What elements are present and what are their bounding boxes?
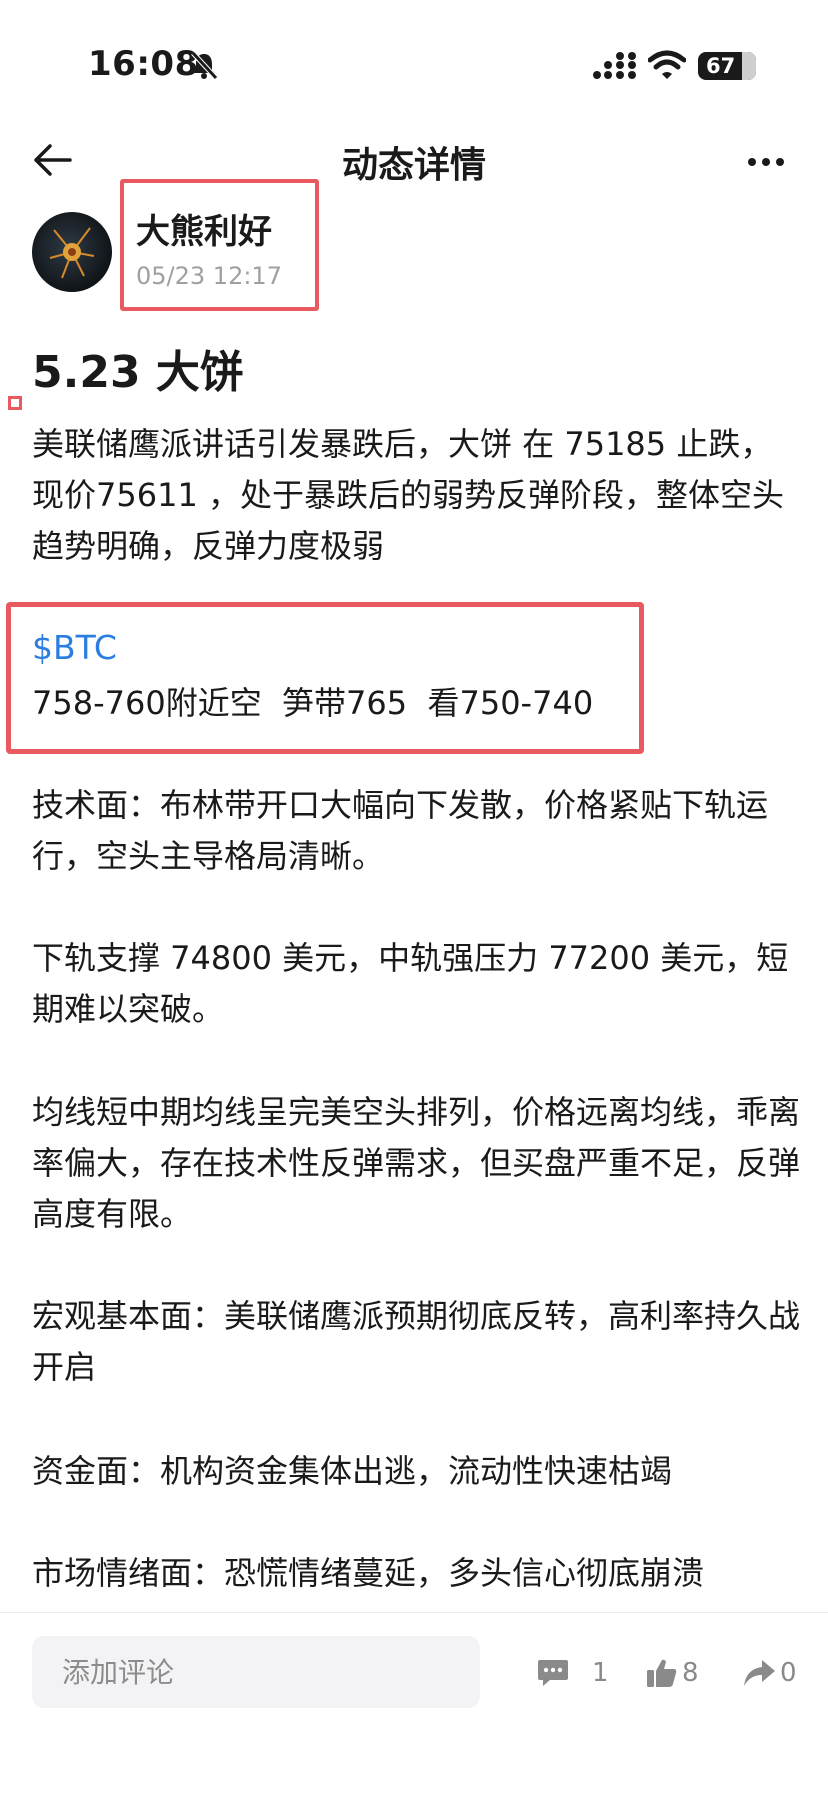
like-button[interactable]: 8: [646, 1648, 699, 1698]
cellular-signal-icon: [593, 52, 636, 79]
status-time: 16:08: [88, 44, 199, 84]
post-timestamp: 05/23 12:17: [136, 262, 282, 290]
share-arrow-icon: [744, 1660, 775, 1686]
like-count: 8: [682, 1658, 699, 1688]
share-count: 0: [780, 1658, 797, 1688]
more-options-icon[interactable]: [744, 142, 788, 182]
thumbs-up-icon: [647, 1659, 677, 1687]
share-button[interactable]: 0: [742, 1648, 797, 1698]
bottom-divider: [0, 1612, 828, 1613]
bell-muted-icon: [191, 51, 218, 80]
paragraph-capital: 资金面：机构资金集体出逃，流动性快速枯竭: [32, 1452, 673, 1490]
comment-button[interactable]: 1: [536, 1648, 609, 1698]
trade-setup: 758-760附近空 笋带765 看750-740: [32, 684, 594, 722]
comment-icon: [538, 1660, 568, 1686]
paragraph-macro: 宏观基本面：美联储鹰派预期彻底反转，高利率持久战开启: [32, 1297, 801, 1386]
comment-count: 1: [592, 1658, 609, 1688]
highlight-marker: [8, 396, 22, 410]
ticker-link[interactable]: $BTC: [32, 628, 117, 667]
paragraph-moving-average: 均线短中期均线呈完美空头排列，价格远离均线，乖离率偏大，存在技术性反弹需求，但买…: [32, 1093, 801, 1233]
post-title: 5.23 大饼: [32, 347, 244, 398]
battery-indicator: 67: [698, 52, 756, 80]
comment-input[interactable]: [32, 1636, 480, 1708]
avatar-image-icon: [49, 227, 95, 279]
author-name[interactable]: 大熊利好: [136, 204, 272, 253]
wifi-icon: [648, 50, 686, 79]
paragraph-sentiment: 市场情绪面：恐慌情绪蔓延，多头信心彻底崩溃: [32, 1554, 705, 1592]
paragraph-support: 下轨支撑 74800 美元，中轨强压力 77200 美元，短期难以突破。: [32, 939, 789, 1028]
paragraph-technical: 技术面：布林带开口大幅向下发散，价格紧贴下轨运行，空头主导格局清晰。: [32, 786, 769, 875]
avatar[interactable]: [32, 212, 112, 292]
post-intro: 美联储鹰派讲话引发暴跌后，大饼 在 75185 止跌，现价75611 ，处于暴跌…: [32, 425, 784, 565]
